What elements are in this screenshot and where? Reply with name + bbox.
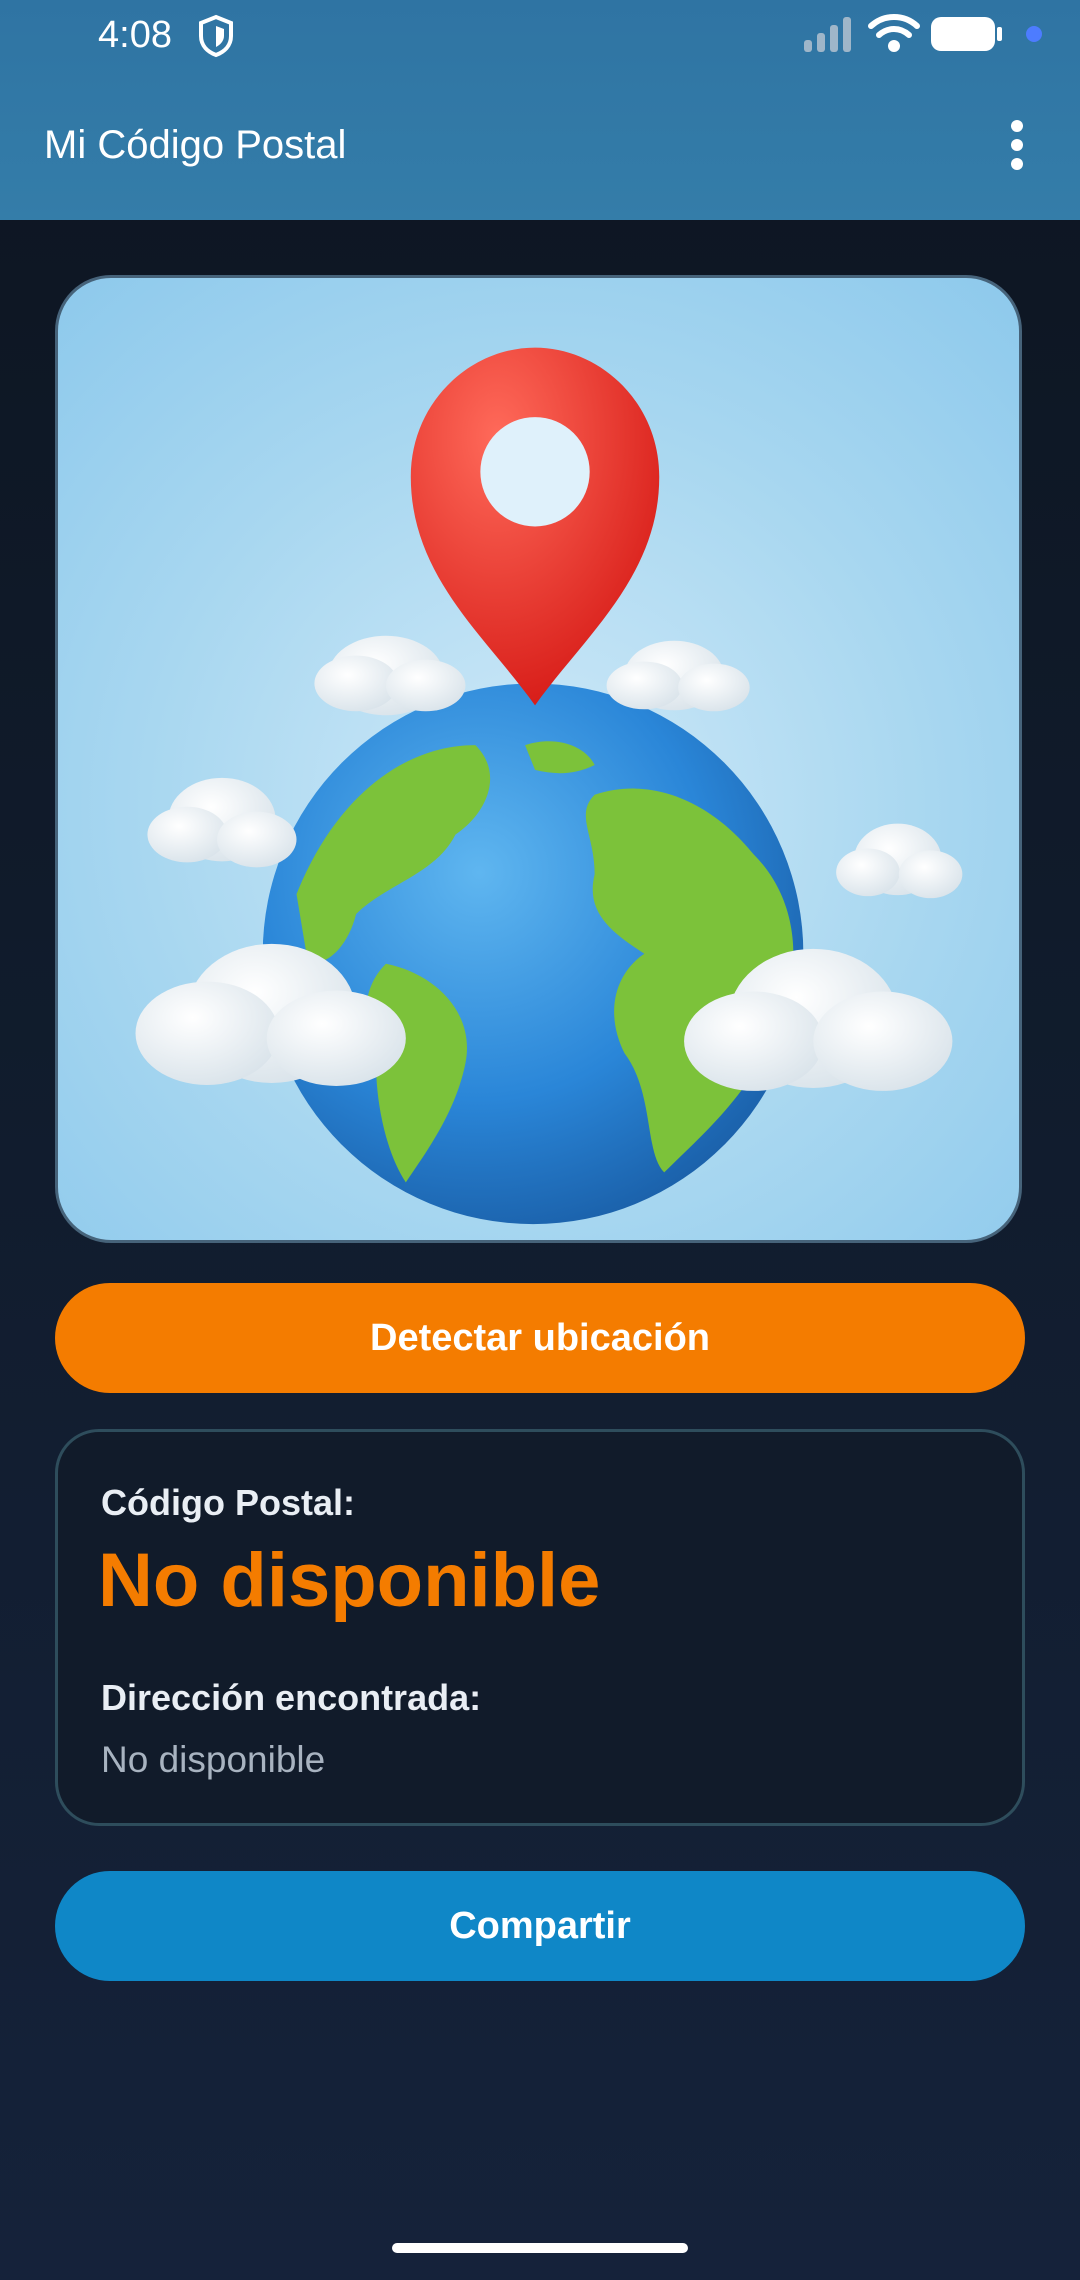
battery-icon (931, 17, 1002, 51)
status-time: 4:08 (98, 14, 172, 56)
notification-dot-icon (1026, 26, 1042, 42)
result-card: Código Postal: No disponible Dirección e… (55, 1429, 1025, 1826)
postal-code-value: No disponible (98, 1538, 601, 1623)
share-button[interactable]: Compartir (55, 1871, 1025, 1981)
hero-illustration (55, 275, 1022, 1243)
wifi-icon (868, 14, 920, 52)
detect-location-button[interactable]: Detectar ubicación (55, 1283, 1025, 1393)
address-label: Dirección encontrada: (101, 1677, 482, 1718)
location-pin-icon (410, 347, 660, 706)
address-value: No disponible (101, 1739, 326, 1780)
top-bar: 4:08 Mi Código Postal (0, 0, 1080, 220)
globe-icon (262, 683, 804, 1225)
home-indicator[interactable] (392, 2243, 688, 2253)
signal-icon (804, 17, 851, 52)
more-vert-icon[interactable] (1002, 118, 1032, 172)
postal-code-label: Código Postal: (101, 1482, 355, 1523)
shield-icon (199, 14, 233, 58)
app-title: Mi Código Postal (44, 123, 347, 167)
